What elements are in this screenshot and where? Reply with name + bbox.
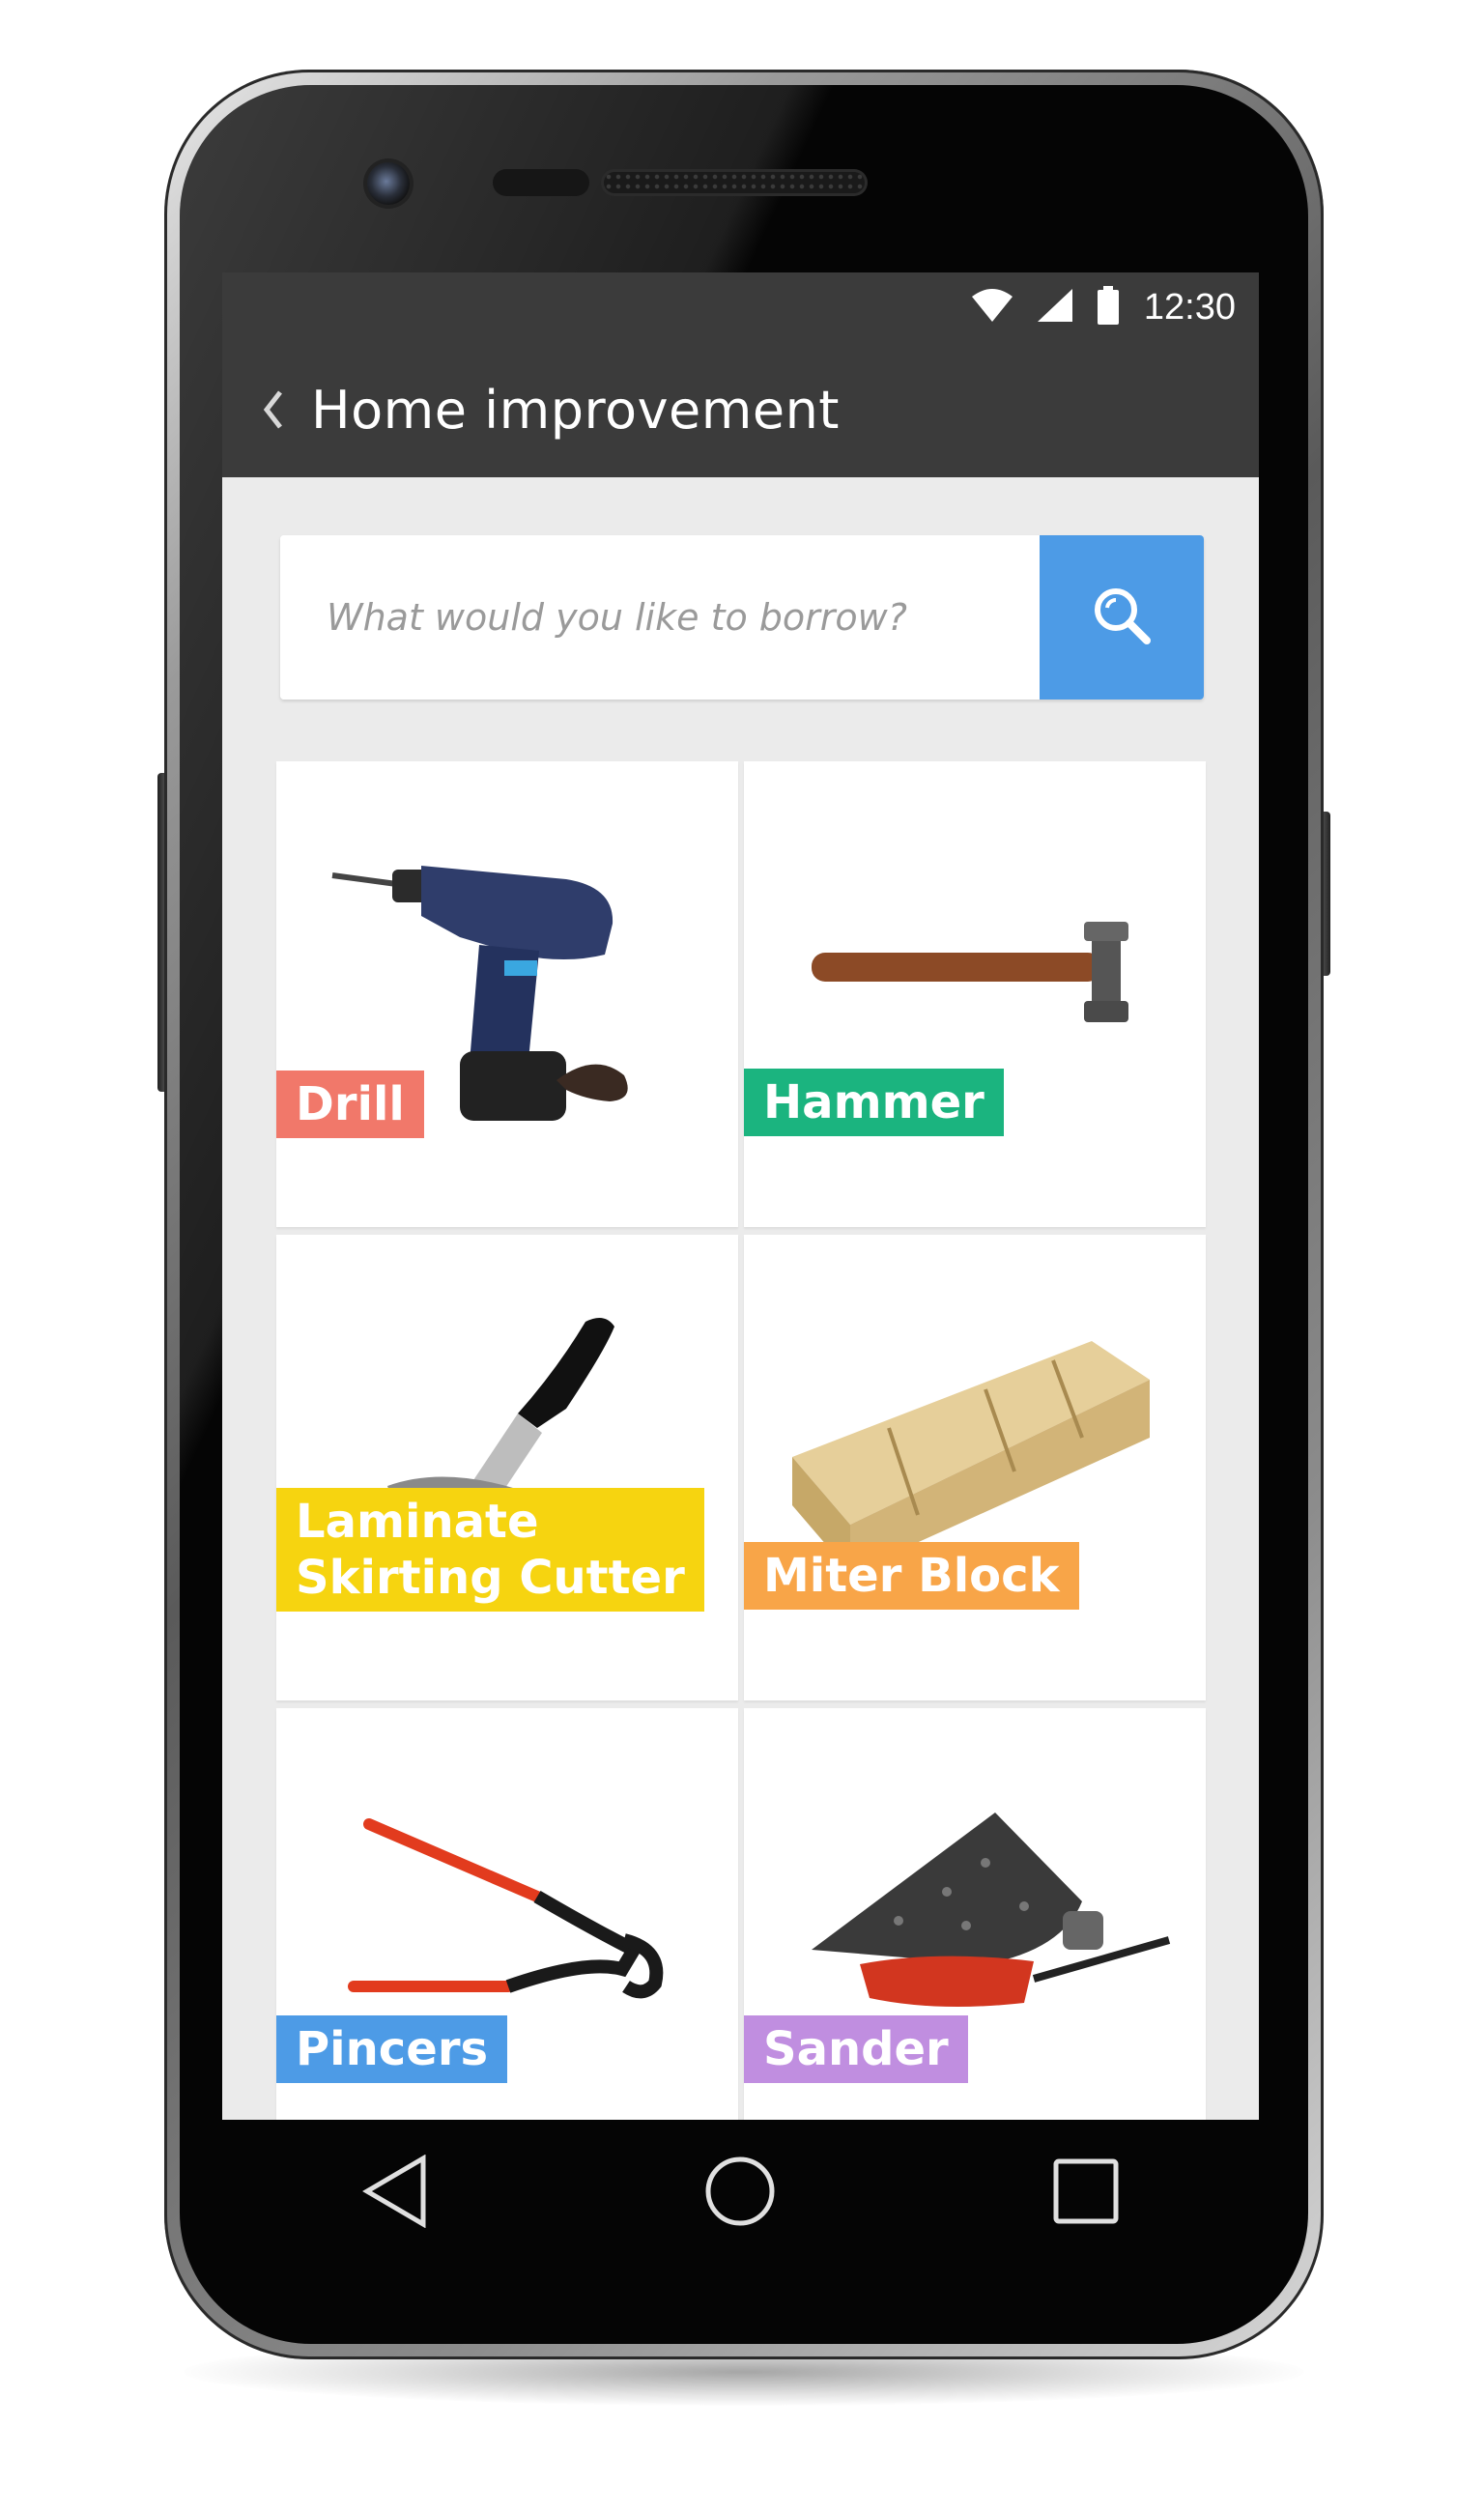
screen: 12:30 Home improvement What would you li… [222, 272, 1259, 2120]
search-icon [1091, 585, 1153, 650]
hammer-icon [812, 922, 1128, 1022]
tool-card-pincers[interactable]: Pincers [276, 1708, 738, 2120]
tool-label: Sander [744, 2015, 968, 2083]
nav-back-button[interactable] [337, 2135, 453, 2251]
page-title: Home improvement [311, 379, 840, 441]
tool-label: Miter Block [744, 1542, 1079, 1610]
cutter-icon [387, 1318, 614, 1500]
recents-square-icon [1052, 2157, 1120, 2229]
search-button[interactable] [1040, 535, 1204, 700]
tool-label: Drill [276, 1071, 424, 1138]
home-circle-icon [703, 2155, 777, 2232]
tool-label: Laminate Skirting Cutter [276, 1488, 704, 1612]
tool-label: Pincers [276, 2015, 508, 2083]
nav-recents-button[interactable] [1028, 2135, 1144, 2251]
tool-card-hammer[interactable]: Hammer [744, 761, 1206, 1227]
tool-card-drill[interactable]: Drill [276, 761, 738, 1227]
app-bar: Home improvement [222, 342, 1259, 477]
tool-label: Hammer [744, 1069, 1004, 1136]
front-camera-icon [367, 162, 410, 205]
system-nav-bar [222, 2120, 1259, 2267]
tool-card-laminate-cutter[interactable]: Laminate Skirting Cutter [276, 1235, 738, 1700]
back-chevron-icon[interactable] [259, 386, 288, 434]
status-time: 12:30 [1143, 286, 1236, 328]
wifi-icon [971, 289, 1013, 326]
tool-card-sander[interactable]: Sander [744, 1708, 1206, 2120]
signal-icon [1037, 289, 1072, 326]
tool-card-miter-block[interactable]: Miter Block [744, 1235, 1206, 1700]
back-triangle-icon [361, 2154, 429, 2232]
nav-home-button[interactable] [682, 2135, 798, 2251]
tool-grid: Drill Hammer Laminate Skirting Cutter Mi… [276, 761, 1206, 2120]
earpiece-speaker [604, 172, 865, 193]
status-icons: 12:30 [971, 272, 1236, 342]
proximity-sensor [493, 169, 589, 196]
battery-icon [1097, 286, 1119, 328]
search-input[interactable] [280, 535, 1040, 700]
miter-block-icon [792, 1341, 1150, 1573]
search-bar [280, 535, 1204, 700]
drill-icon [331, 866, 628, 1121]
status-bar: 12:30 [222, 272, 1259, 342]
